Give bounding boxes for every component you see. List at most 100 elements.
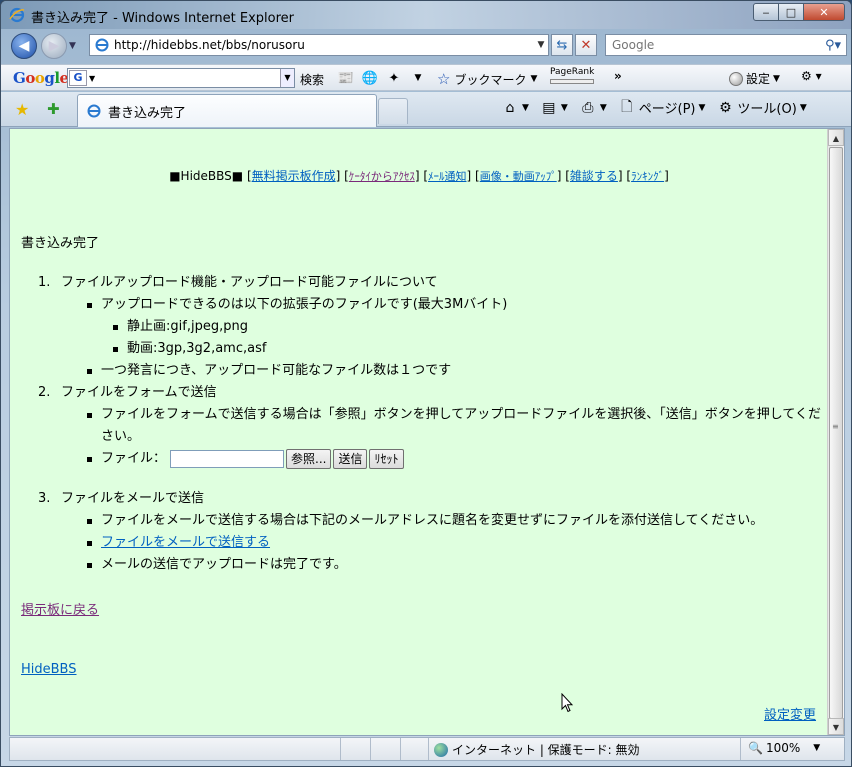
scroll-thumb[interactable]: [829, 147, 843, 719]
google-logo: Google: [13, 69, 69, 87]
address-bar[interactable]: http://hidebbs.net/bbs/norusoru ▼: [89, 34, 549, 56]
reset-button[interactable]: ﾘｾｯﾄ: [369, 449, 404, 469]
address-row: ◀ ▶ ▼ http://hidebbs.net/bbs/norusoru ▼ …: [1, 29, 851, 63]
chevron-down-icon: ▼: [530, 74, 538, 84]
top-navigation: ■HideBBS■ [無料掲示板作成] [ｹｰﾀｲからｱｸｾｽ] [ﾒｰﾙ通知]…: [169, 169, 669, 183]
refresh-button[interactable]: ⇆: [551, 34, 573, 56]
status-divider: [740, 738, 741, 760]
status-divider: [340, 738, 341, 760]
tools-menu[interactable]: ツール(O): [737, 98, 796, 117]
search-icon[interactable]: ⚲▾: [820, 38, 846, 53]
security-zone[interactable]: インターネット | 保護モード: 無効: [434, 741, 640, 758]
minimize-button[interactable]: ‒: [753, 3, 779, 21]
pagerank-meter[interactable]: PageRank: [550, 67, 594, 84]
google-options-icon[interactable]: ⚙ ▾: [801, 69, 822, 83]
title-bar[interactable]: 書き込み完了 - Windows Internet Explorer ‒ □ ✕: [1, 1, 851, 29]
more-chevron[interactable]: »: [614, 69, 622, 83]
nav-link-mobile-access[interactable]: ｹｰﾀｲからｱｸｾｽ: [349, 170, 415, 183]
tab-label: 書き込み完了: [108, 105, 187, 121]
google-engine-dropdown-icon[interactable]: ▼: [89, 74, 95, 83]
chevron-down-icon[interactable]: ▼: [800, 103, 807, 113]
hidebbs-link[interactable]: HideBBS: [21, 662, 77, 677]
google-toolbar: Google G ▼ ▼ 検索 📰 🌐 ✦ ▼ ☆ ブックマーク ▼ PageR…: [1, 64, 851, 91]
tab-row: ★ ✚ 書き込み完了 ⌂ ▼ ▤ ▼ ⎙ ▼ 🗋 ページ(P) ▼ ⚙ ツール(O) ▼: [1, 92, 851, 127]
section-title: ファイルをメールで送信: [61, 491, 205, 506]
chevron-down-icon[interactable]: ▼: [522, 103, 529, 113]
forward-button[interactable]: ▶: [41, 33, 67, 59]
nav-link-chat[interactable]: 雑談する: [570, 169, 618, 183]
bookmarks-menu[interactable]: ☆ ブックマーク ▼: [437, 70, 537, 88]
feeds-icon[interactable]: ▤: [540, 99, 558, 117]
back-arrow-icon: ◀: [18, 38, 30, 54]
search-box[interactable]: ⚲▾: [605, 34, 847, 56]
chevron-down-icon: ▼: [813, 743, 821, 753]
file-upload-row: ファイル： 参照... 送信 ﾘｾｯﾄ: [61, 448, 821, 470]
add-favorite-icon[interactable]: ✚: [47, 100, 60, 118]
command-bar: ⌂ ▼ ▤ ▼ ⎙ ▼ 🗋 ページ(P) ▼ ⚙ ツール(O) ▼: [501, 98, 815, 118]
list-item: ファイルをフォームで送信する場合は「参照」ボタンを押してアップロードファイルを選…: [61, 404, 821, 448]
nav-link-ranking[interactable]: ﾗﾝｷﾝｸﾞ: [631, 170, 664, 183]
page-title: 書き込み完了: [21, 236, 100, 251]
google-history-dropdown-icon[interactable]: ▼: [280, 69, 294, 87]
list-item: メールの送信でアップロードは完了です。: [61, 554, 821, 576]
chevron-down-icon[interactable]: ▼: [561, 103, 568, 113]
news-icon[interactable]: 📰: [337, 69, 355, 87]
pagerank-label: PageRank: [550, 67, 595, 77]
print-icon[interactable]: ⎙: [579, 99, 597, 117]
zoom-control[interactable]: 🔍 100% ▼: [748, 741, 820, 755]
status-bar: インターネット | 保護モード: 無効 🔍 100% ▼: [9, 737, 845, 761]
stop-button[interactable]: ✕: [575, 34, 597, 56]
globe-icon[interactable]: 🌐: [361, 69, 379, 87]
back-to-board-link[interactable]: 掲示板に戻る: [21, 599, 99, 618]
puzzle-icon[interactable]: ✦: [385, 69, 403, 87]
google-search-button[interactable]: 検索: [300, 71, 324, 88]
close-button[interactable]: ✕: [803, 3, 845, 21]
page-favicon-icon: [95, 38, 109, 52]
maximize-button[interactable]: □: [778, 3, 804, 21]
list-item: アップロードできるのは以下の拡張子のファイルです(最大3Mバイト) 静止画:gi…: [61, 294, 821, 360]
vertical-scrollbar[interactable]: ▲ ≡ ▼: [827, 129, 844, 735]
window-title: 書き込み完了 - Windows Internet Explorer: [31, 11, 294, 26]
list-item: 2. ファイルをフォームで送信 ファイルをフォームで送信する場合は「参照」ボタン…: [21, 382, 821, 488]
home-icon[interactable]: ⌂: [501, 99, 519, 117]
google-search-field[interactable]: G ▼ ▼: [67, 68, 295, 88]
section-title: ファイルをフォームで送信: [61, 385, 217, 400]
page-menu[interactable]: ページ(P): [639, 98, 696, 117]
status-divider: [370, 738, 371, 760]
address-url[interactable]: http://hidebbs.net/bbs/norusoru: [114, 38, 534, 52]
favorites-star-icon[interactable]: ★: [15, 100, 29, 119]
search-input[interactable]: [606, 38, 820, 52]
chevron-down-icon[interactable]: ▼: [600, 103, 607, 113]
history-dropdown-icon[interactable]: ▼: [69, 41, 76, 51]
submit-button[interactable]: 送信: [333, 449, 368, 469]
bookmark-star-icon: ☆: [437, 70, 451, 88]
settings-change-link[interactable]: 設定変更: [764, 704, 816, 723]
scroll-grip-icon: ≡: [832, 422, 839, 431]
bookmarks-label: ブックマーク: [454, 72, 527, 87]
list-item: 静止画:gif,jpeg,png: [101, 316, 821, 338]
new-tab-button[interactable]: [378, 98, 408, 124]
address-dropdown-icon[interactable]: ▼: [534, 40, 548, 50]
back-button[interactable]: ◀: [11, 33, 37, 59]
send-by-mail-link[interactable]: ファイルをメールで送信する: [101, 535, 270, 550]
list-item: ファイルをメールで送信する: [61, 532, 821, 554]
zoom-icon: 🔍: [748, 741, 763, 755]
nav-link-free-board[interactable]: 無料掲示板作成: [252, 169, 336, 183]
window-controls: ‒ □ ✕: [753, 3, 845, 21]
status-divider: [428, 738, 429, 760]
file-path-input[interactable]: [170, 450, 285, 468]
page-content: ■HideBBS■ [無料掲示板作成] [ｹｰﾀｲからｱｸｾｽ] [ﾒｰﾙ通知]…: [10, 129, 828, 735]
scroll-up-icon[interactable]: ▲: [828, 129, 844, 146]
ie-logo-icon: [9, 7, 25, 23]
chevron-down-icon[interactable]: ▼: [699, 103, 706, 113]
nav-link-media-upload[interactable]: 画像・動画ｱｯﾌﾟ: [480, 170, 557, 183]
refresh-icon: ⇆: [556, 37, 568, 53]
nav-link-mail-notify[interactable]: ﾒｰﾙ通知: [428, 170, 467, 183]
google-settings-menu[interactable]: 設定 ▼: [729, 70, 780, 87]
scroll-down-icon[interactable]: ▼: [828, 718, 844, 735]
tab-active[interactable]: 書き込み完了: [77, 94, 377, 127]
list-item: 3. ファイルをメールで送信 ファイルをメールで送信する場合は下記のメールアドレ…: [21, 488, 821, 576]
browse-button[interactable]: 参照...: [286, 449, 332, 469]
chevron-down-icon[interactable]: ▼: [409, 69, 427, 87]
google-g-icon[interactable]: G: [69, 70, 87, 86]
